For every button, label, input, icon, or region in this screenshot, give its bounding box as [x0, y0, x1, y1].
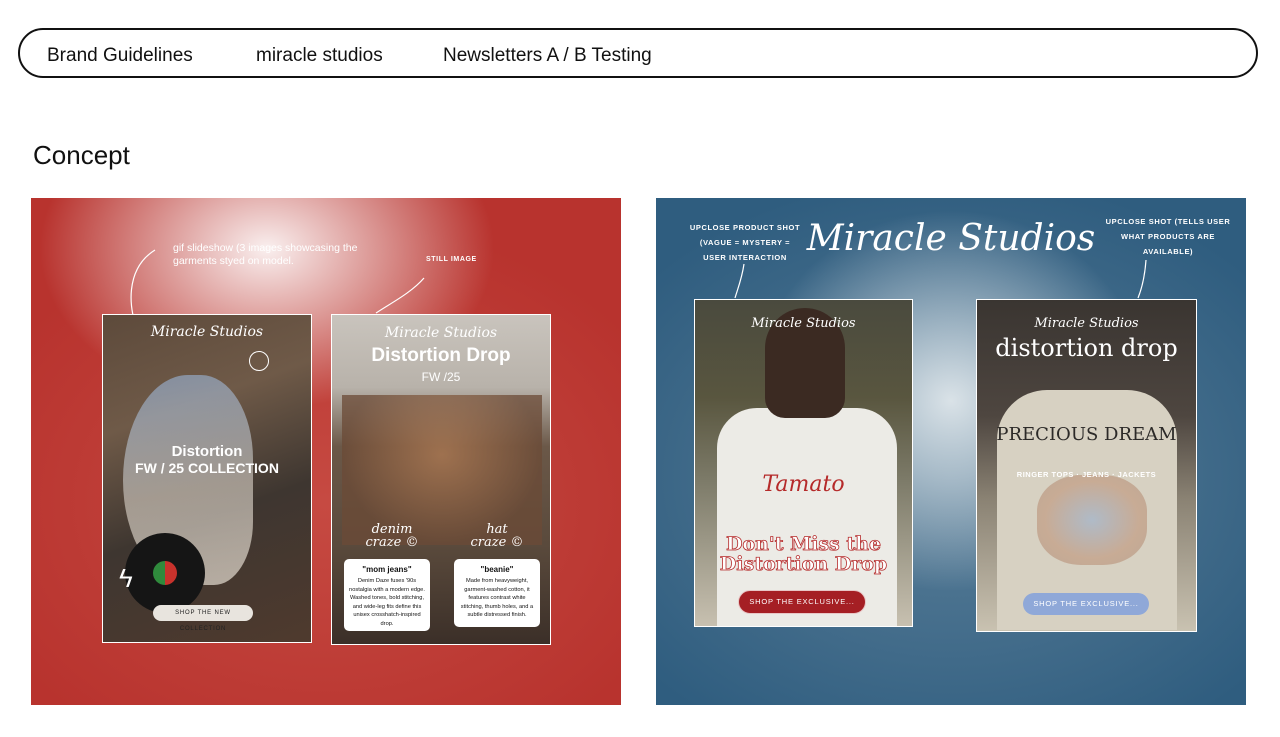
product-card-description: Denim Daze fuses '90s nostalgia with a m… [349, 578, 425, 627]
shop-exclusive-button-2[interactable]: SHOP THE EXCLUSIVE... [1023, 593, 1149, 615]
gif-slideshow-note: gif slideshow (3 images showcasing the g… [173, 242, 358, 267]
distortion-drop-headline: distortion drop [995, 334, 1178, 362]
brand-logo-2: Miracle Studios [384, 325, 498, 341]
shirt-graphic-text-2: PRECIOUS DREAM [996, 424, 1177, 445]
drop-headline: Distortion Drop [371, 345, 511, 366]
product-shot-phone-1: Miracle Studios Tamato Don't Miss the Di… [694, 299, 913, 627]
collection-title: Distortion [171, 443, 243, 460]
red-concept-board: gif slideshow (3 images showcasing the g… [31, 198, 621, 705]
brand-logo-3: Miracle Studios [751, 316, 856, 331]
still-image-phone: Miracle Studios Distortion Drop FW /25 d… [331, 314, 551, 645]
collection-subtitle: FW / 25 COLLECTION [135, 460, 279, 476]
vinyl-record-image [125, 533, 205, 613]
category-list: RINGER TOPS · JEANS · JACKETS [1016, 470, 1157, 479]
nav-item-newsletters-ab-testing[interactable]: Newsletters A / B Testing [443, 45, 652, 67]
swirl-icon [249, 351, 269, 371]
shop-exclusive-button[interactable]: SHOP THE EXCLUSIVE... [738, 590, 866, 614]
shop-new-collection-button[interactable]: SHOP THE NEW COLLECTION [153, 605, 253, 632]
product-card-title: "mom jeans" [362, 565, 412, 574]
hat-craze-tag: hat craze © [470, 522, 524, 550]
still-image-note: STILL IMAGE [426, 256, 477, 263]
drop-headline-2: Don't Miss the Distortion Drop [719, 533, 888, 575]
top-nav: Brand Guidelines miracle studios Newslet… [18, 28, 1258, 78]
brand-logo: Miracle Studios [150, 324, 264, 340]
shirt-illustration [1037, 475, 1147, 565]
lightning-icon: ϟ [119, 563, 133, 593]
shirt-graphic-text: Tamato [762, 472, 845, 497]
upclose-product-note: UPCLOSE PRODUCT SHOT (VAGUE = MYSTERY = … [689, 223, 801, 262]
drop-season: FW /25 [421, 370, 461, 384]
gif-slideshow-phone: Miracle Studios Distortion FW / 25 COLLE… [102, 314, 312, 643]
section-title: Concept [33, 140, 130, 170]
nav-item-brand-guidelines[interactable]: Brand Guidelines [47, 45, 193, 67]
brand-logo-4: Miracle Studios [1034, 316, 1139, 331]
product-card-description: Made from heavyweight, garment-washed co… [460, 578, 534, 618]
product-card-beanie: "beanie" Made from heavyweight, garment-… [454, 559, 540, 627]
product-shot-phone-2: Miracle Studios distortion drop PRECIOUS… [976, 299, 1197, 632]
nav-item-miracle-studios[interactable]: miracle studios [256, 45, 383, 67]
denim-craze-tag: denim craze © [365, 522, 419, 550]
blue-concept-board: Miracle Studios UPCLOSE PRODUCT SHOT (VA… [656, 198, 1246, 705]
product-card-mom-jeans: "mom jeans" Denim Daze fuses '90s nostal… [344, 559, 430, 631]
product-card-title: "beanie" [480, 565, 514, 574]
upclose-shot-note: UPCLOSE SHOT (TELLS USER WHAT PRODUCTS A… [1105, 217, 1231, 256]
